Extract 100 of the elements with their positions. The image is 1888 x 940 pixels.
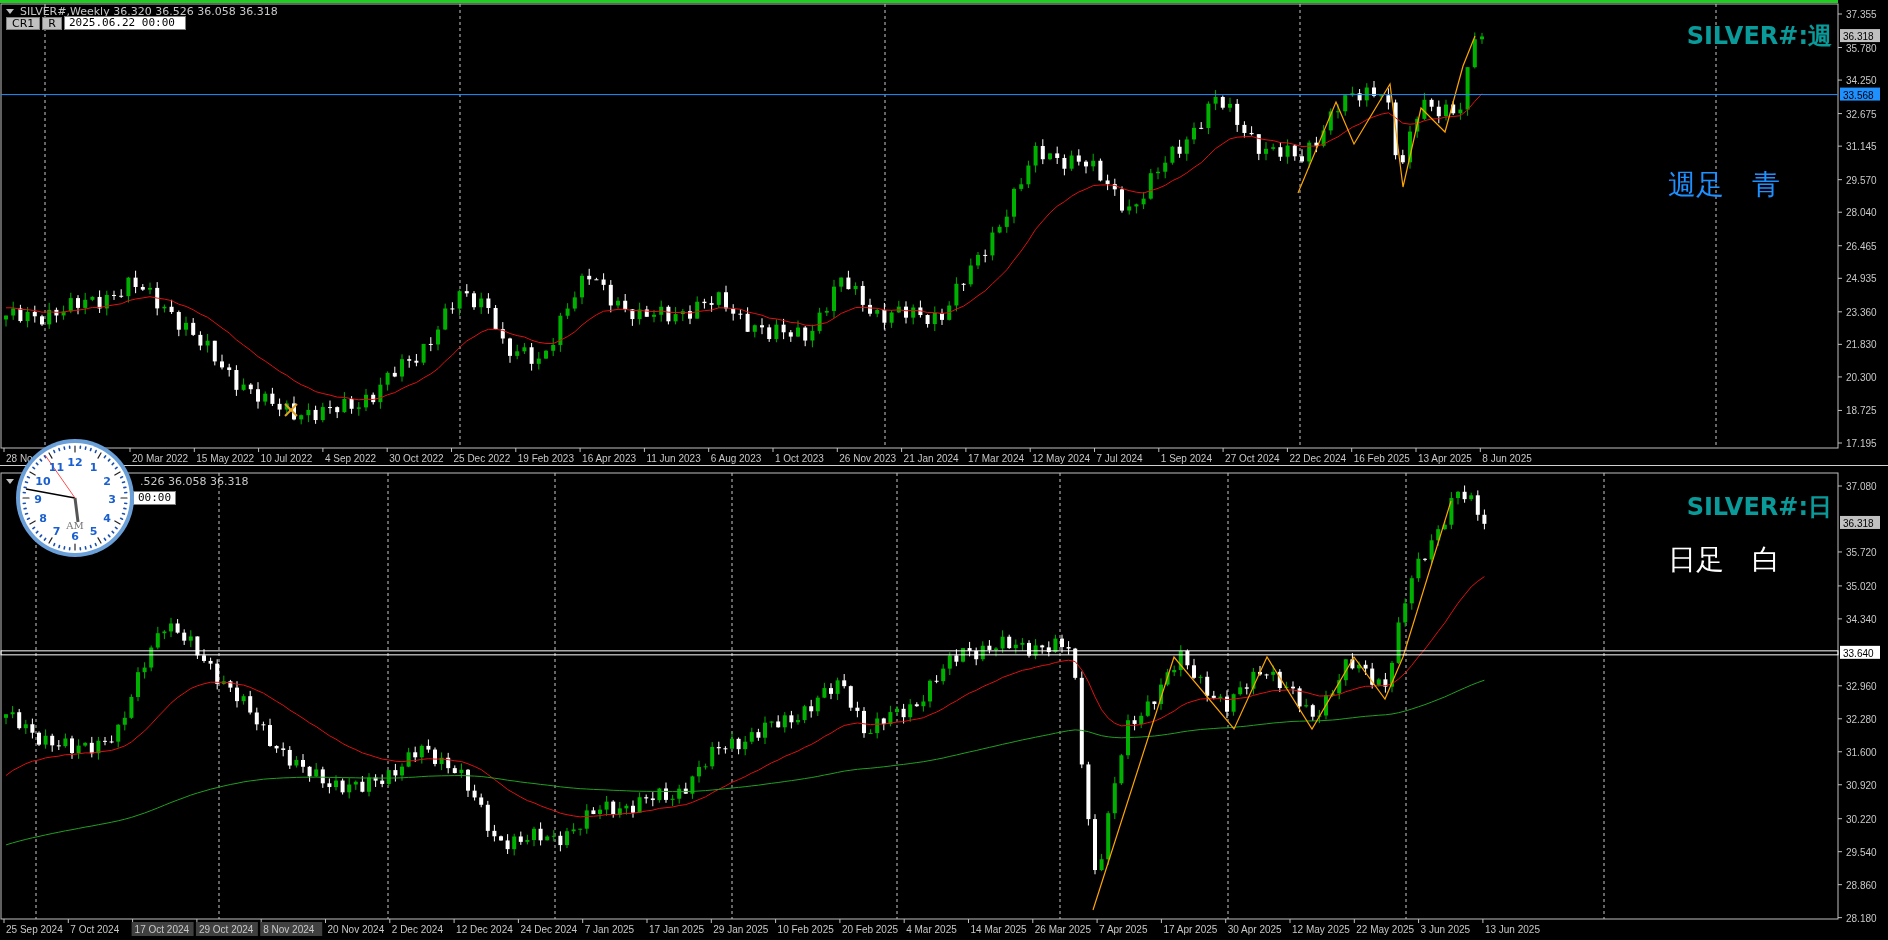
- price-tick-label: 37.080: [1846, 481, 1877, 492]
- date-label: 15 May 2022: [196, 453, 255, 464]
- price-tick-label: 26.465: [1846, 240, 1877, 252]
- date-field[interactable]: 2025.06.22 00:00: [64, 16, 186, 30]
- clock-numeral: 3: [108, 493, 116, 506]
- line-price-label: 33.568: [1840, 87, 1880, 101]
- date-label: 17 Mar 2024: [967, 453, 1025, 464]
- date-label: 24 Dec 2024: [520, 924, 578, 935]
- date-label: 1 Sep 2024: [1160, 453, 1212, 464]
- date-label: 7 Oct 2024: [70, 924, 120, 935]
- date-label: 30 Oct 2022: [389, 453, 444, 464]
- current-price-label: 36.318: [1840, 29, 1880, 43]
- clock-numeral: 1: [89, 460, 98, 474]
- price-tick-label: 28.180: [1846, 912, 1877, 924]
- date-label: 6 Aug 2023: [710, 453, 762, 464]
- meridiem-label: AM: [66, 520, 84, 531]
- date-label: 1 Oct 2023: [775, 453, 824, 464]
- clock-numeral: 8: [39, 511, 47, 525]
- price-tick-label: 37.355: [1846, 9, 1877, 20]
- date-label: 16 Feb 2025: [1353, 453, 1410, 464]
- chart-note: 日足 白: [1668, 543, 1780, 576]
- cross-marker-icon: [284, 403, 298, 417]
- clock-numeral: 12: [67, 456, 83, 469]
- chart-header: .526 36.058 36.318: [140, 475, 249, 488]
- date-label: 25 Sep 2024: [6, 924, 63, 935]
- clock-numeral: 11: [48, 460, 65, 474]
- date-label: 20 Mar 2022: [132, 453, 189, 464]
- date-label: 22 Dec 2024: [1289, 453, 1347, 464]
- symbol-label: SILVER#:週: [1686, 22, 1832, 50]
- price-tick-label: 35.780: [1846, 42, 1877, 54]
- price-tick-label: 32.960: [1846, 680, 1877, 692]
- date-label: 4 Sep 2022: [324, 453, 377, 464]
- price-tick-label: 29.540: [1846, 846, 1877, 858]
- price-tick-label: 18.725: [1846, 405, 1877, 417]
- date-label: 30 Apr 2025: [1227, 924, 1282, 935]
- date-label: 11 Jun 2023: [646, 453, 701, 464]
- date-label: 7 Apr 2025: [1099, 924, 1148, 935]
- price-tick-label: 20.300: [1846, 371, 1877, 383]
- price-tick-label: 31.600: [1846, 746, 1877, 758]
- clock-numeral: 9: [34, 493, 42, 506]
- date-label: 17 Apr 2025: [1163, 924, 1218, 935]
- date-label: 10 Feb 2025: [777, 924, 834, 935]
- current-price-label: 36.318: [1840, 515, 1880, 529]
- date-label: 2 Dec 2024: [391, 924, 443, 935]
- price-tick-label: 35.020: [1846, 580, 1877, 592]
- date-label: 14 Mar 2025: [970, 924, 1027, 935]
- date-label: 12 Dec 2024: [456, 924, 513, 935]
- date-label: 10 Jul 2022: [260, 453, 313, 464]
- clock-numeral: 6: [71, 530, 79, 543]
- line-price-label: 33.640: [1840, 645, 1880, 659]
- price-tick-label: 31.145: [1846, 141, 1877, 153]
- clock-numeral: 7: [52, 525, 61, 539]
- price-tick-label: 24.935: [1846, 273, 1877, 285]
- clock-numeral: 4: [103, 511, 111, 525]
- clock-numeral: 10: [35, 474, 51, 488]
- price-tick-label: 29.570: [1846, 174, 1877, 186]
- date-label: 7 Jul 2024: [1096, 453, 1143, 464]
- date-label: 25 Dec 2022: [453, 453, 511, 464]
- date-label: 21 Jan 2024: [903, 453, 959, 464]
- date-label: 4 Mar 2025: [906, 924, 957, 935]
- date-label: 3 Jun 2025: [1420, 924, 1471, 935]
- date-label: 20 Feb 2025: [841, 924, 899, 935]
- price-tick-label: 28.860: [1846, 879, 1877, 891]
- price-tick-label: 28.040: [1846, 207, 1877, 219]
- date-label: 22 May 2025: [1356, 924, 1415, 935]
- date-label: 17 Oct 2024: [131, 922, 194, 936]
- price-tick-label: 32.675: [1846, 108, 1877, 120]
- date-label: 26 Mar 2025: [1034, 924, 1091, 935]
- date-label: 29 Jan 2025: [713, 924, 769, 935]
- date-label: 16 Apr 2023: [582, 453, 637, 464]
- price-tick-label: 17.195: [1846, 438, 1877, 449]
- chart-note: 週足 青: [1668, 168, 1780, 201]
- price-tick-label: 34.340: [1846, 613, 1877, 625]
- price-tick-label: 30.220: [1846, 813, 1877, 825]
- symbol-label: SILVER#:日: [1686, 493, 1832, 521]
- dropdown-icon[interactable]: [6, 479, 14, 484]
- date-label: 13 Apr 2025: [1418, 453, 1472, 464]
- date-label: 12 May 2024: [1032, 453, 1091, 464]
- date-label: 8 Jun 2025: [1482, 453, 1532, 464]
- dropdown-icon[interactable]: [6, 9, 14, 14]
- date-label: 20 Nov 2024: [327, 924, 385, 935]
- date-field[interactable]: 00:00: [133, 491, 177, 505]
- price-tick-label: 32.280: [1846, 713, 1877, 725]
- price-tick-label: 21.830: [1846, 339, 1877, 351]
- chart-header: SILVER#,Weekly 36.320 36.526 36.058 36.318: [20, 5, 278, 18]
- price-tick-label: 34.250: [1846, 75, 1877, 87]
- date-label: 26 Nov 2023: [839, 453, 896, 464]
- date-label: 29 Oct 2024: [195, 922, 258, 936]
- date-label: 17 Jan 2025: [649, 924, 705, 935]
- clock-numeral: 2: [103, 474, 111, 488]
- date-label: 19 Feb 2023: [517, 453, 574, 464]
- price-tick-label: 30.920: [1846, 779, 1877, 791]
- date-label: 7 Jan 2025: [584, 924, 635, 935]
- clock-numeral: 5: [89, 525, 98, 539]
- date-label: 8 Nov 2024: [260, 922, 323, 936]
- date-label: 13 Jun 2025: [1484, 924, 1540, 935]
- price-tick-label: 23.360: [1846, 306, 1877, 318]
- date-label: 27 Oct 2024: [1225, 453, 1280, 464]
- date-label: 12 May 2025: [1292, 924, 1350, 935]
- price-tick-label: 35.720: [1846, 546, 1877, 558]
